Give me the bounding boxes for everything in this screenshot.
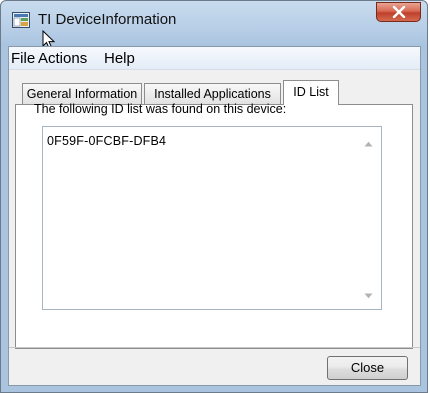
menu-bar: File Actions Help [9,47,420,70]
menu-help[interactable]: Help [104,50,135,67]
scroll-up-arrow-icon[interactable] [364,141,373,147]
tab-label: General Information [26,87,138,101]
close-button[interactable]: Close [327,356,408,380]
app-icon [12,12,30,28]
id-list-textbox[interactable]: 0F59F-0FCBF-DFB4 [42,126,382,310]
tab-label: ID List [293,85,329,99]
menu-actions[interactable]: Actions [38,50,87,67]
tab-label: Installed Applications [154,87,271,101]
id-list-description: The following ID list was found on this … [34,102,287,116]
app-window: TI DeviceInformation File Actions Help G… [0,0,428,393]
client-area: File Actions Help General Information In… [8,46,421,386]
tab-id-list[interactable]: ID List [283,80,339,105]
window-title: TI DeviceInformation [38,11,177,28]
id-value: 0F59F-0FCBF-DFB4 [47,134,167,148]
close-button-label: Close [350,360,385,375]
footer-divider [9,347,420,348]
scroll-down-arrow-icon[interactable] [364,293,373,299]
menu-file[interactable]: File [11,50,35,67]
window-close-button[interactable] [376,2,421,22]
tab-general-information[interactable]: General Information [22,83,142,104]
close-icon [392,6,406,18]
title-bar[interactable]: TI DeviceInformation [1,1,427,50]
tab-installed-applications[interactable]: Installed Applications [144,83,281,104]
